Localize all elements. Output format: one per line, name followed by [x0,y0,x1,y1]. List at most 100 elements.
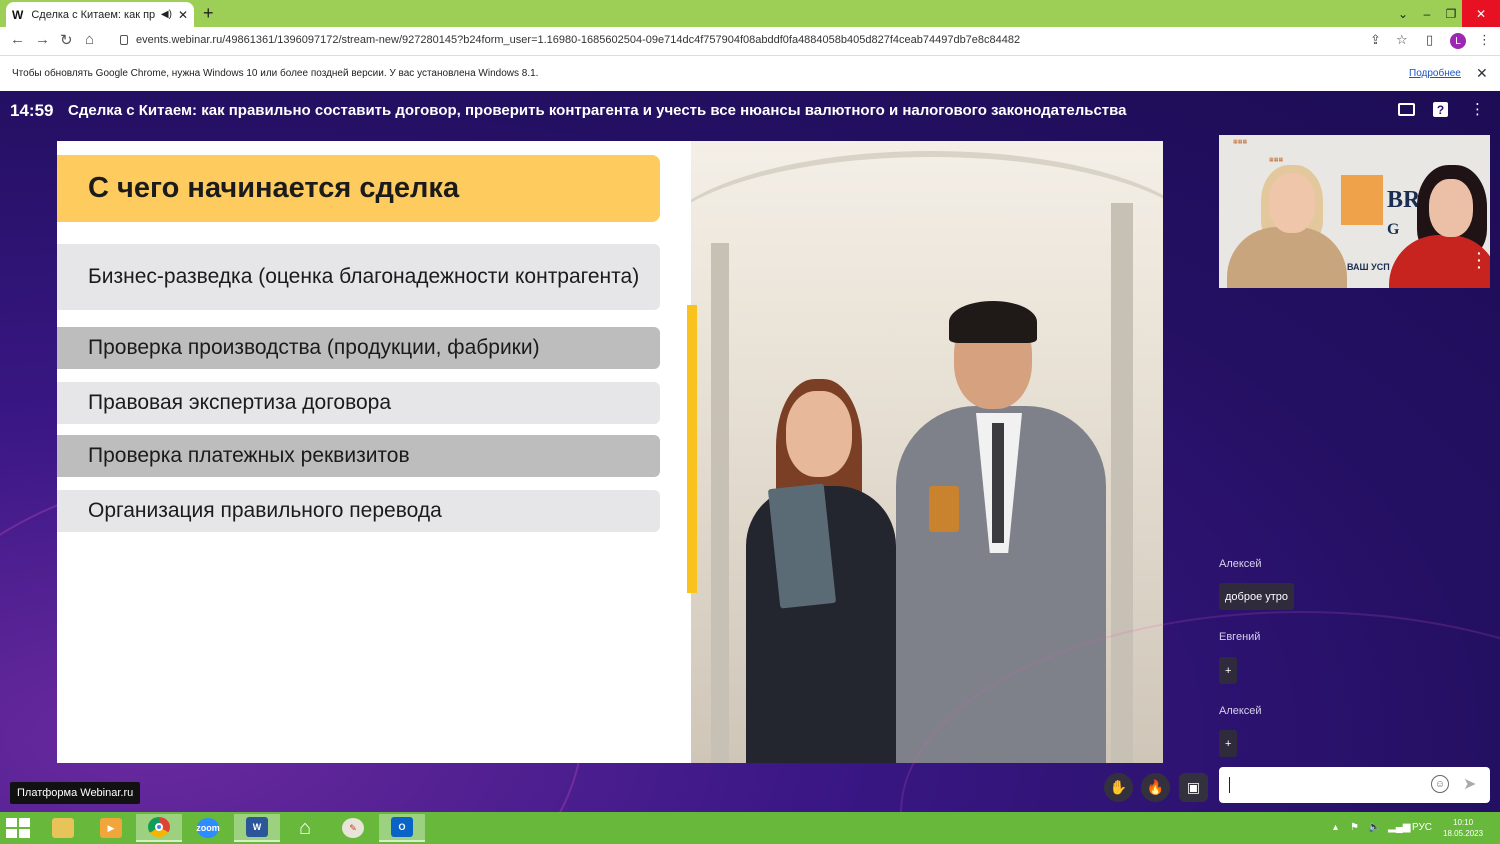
webinar-favicon-icon: W [12,7,24,22]
browser-tab-strip: W Сделка с Китаем: как прави ◀) ✕ + ⌄ – … [0,0,1500,27]
tab-close-icon[interactable]: ✕ [178,8,188,22]
browser-menu-icon[interactable]: ⋮ [1478,32,1491,48]
backdrop-logo-icon: ▦▦▦ [1233,139,1248,145]
send-icon[interactable]: ➤ [1463,774,1476,794]
infobar-message: Чтобы обновлять Google Chrome, нужна Win… [12,68,539,79]
taskbar-explorer[interactable] [40,814,86,842]
man-tie [992,423,1004,543]
brand-logo-icon [1341,175,1383,225]
photo-arch [691,151,1163,351]
slide-accent-bar [687,305,697,593]
chrome-icon [148,817,170,837]
taskbar-chrome[interactable] [136,814,182,842]
share-icon[interactable]: ⇪ [1370,32,1381,48]
coffee-cup [929,486,959,532]
photo-pillar [1111,203,1133,763]
window-close-button[interactable]: ✕ [1462,0,1500,27]
tray-expand-icon[interactable]: ▴ [1333,822,1338,833]
new-tab-button[interactable]: + [203,3,214,24]
clock-date: 18.05.2023 [1443,829,1484,838]
backdrop-logo-icon: ▦▦▦ [1269,157,1284,163]
chat-author: Алексей [1219,705,1262,717]
platform-label[interactable]: Платформа Webinar.ru [10,782,141,804]
minimize-button[interactable]: – [1416,0,1438,27]
taskbar-outlook[interactable]: O [379,814,425,842]
brand-subtitle: ВАШ УСП [1347,262,1390,272]
man-hair [949,301,1037,343]
chat-message: доброе утро [1219,583,1295,610]
paint-icon: ✎ [342,818,364,838]
chat-message: + [1219,730,1238,757]
presenter-1-face [1269,173,1315,233]
webinar-stage: 14:59 Сделка с Китаем: как правильно сос… [0,91,1500,812]
volume-icon[interactable]: 🔈 [1368,822,1380,833]
folder-icon [52,818,74,838]
photo-pillar [711,243,729,763]
audio-playing-icon[interactable]: ◀) [161,9,172,20]
taskbar-word[interactable]: W [234,814,280,842]
language-indicator[interactable]: РУС [1412,822,1432,833]
presentation-slide: С чего начинается сделка Бизнес-разведка… [57,141,1163,763]
home-app-icon: ⌂ [298,816,312,839]
chat-author: Алексей [1219,558,1262,570]
outlook-icon: O [391,817,413,837]
taskbar-home[interactable]: ⌂ [282,814,328,842]
browser-tab[interactable]: W Сделка с Китаем: как прави ◀) ✕ [6,2,194,27]
emoji-icon[interactable]: ☺ [1431,775,1449,793]
chat-author: Евгений [1219,631,1261,643]
help-icon[interactable]: ? [1433,102,1448,117]
word-icon: W [246,817,268,837]
taskbar-paint[interactable]: ✎ [330,814,376,842]
presenter-2-face [1429,179,1473,237]
business-people-photo [691,141,1163,763]
taskbar-media[interactable]: ▶ [88,814,134,842]
chat-toggle-icon[interactable] [1398,103,1415,116]
presenter-2 [1389,235,1490,288]
taskbar-zoom[interactable]: zoom [185,814,231,842]
presenter-1 [1227,227,1347,288]
forward-arrow-icon[interactable]: → [35,31,50,48]
clock-time: 10:10 [1453,818,1474,827]
chat-message: + [1219,657,1238,684]
brand-text: BR G [1387,187,1421,238]
maximize-button[interactable]: ❐ [1440,0,1462,27]
network-icon[interactable]: ▂▄▆ [1388,822,1410,833]
tray-flag-icon[interactable]: ⚑ [1350,822,1359,833]
woman-face [786,391,852,477]
more-options-icon[interactable]: ⋮ [1470,100,1485,118]
slide-item-5: Организация правильного перевода [57,490,660,532]
infobar-more-link[interactable]: Подробнее [1409,68,1461,79]
text-caret [1229,777,1230,793]
address-bar[interactable]: events.webinar.ru/49861361/1396097172/st… [136,34,1020,46]
back-arrow-icon[interactable]: ← [10,31,25,48]
windows-start-icon[interactable] [6,818,30,838]
update-infobar: Чтобы обновлять Google Chrome, нужна Win… [0,55,1500,91]
home-icon[interactable]: ⌂ [85,31,94,48]
presenter-video[interactable]: ▦▦▦ ▦▦▦ BR G ВАШ УСП · · · [1219,135,1490,288]
picture-in-picture-icon[interactable]: ▣ [1179,773,1208,802]
profile-avatar[interactable]: L [1450,33,1466,49]
video-options-icon[interactable]: · · · [1477,246,1482,274]
slide-item-1: Бизнес-разведка (оценка благонадежности … [57,244,660,310]
slide-item-2: Проверка производства (продукции, фабрик… [57,327,660,369]
infobar-close-icon[interactable]: ✕ [1476,65,1488,82]
reaction-fire-icon[interactable]: 🔥 [1141,773,1170,802]
tab-search-icon[interactable]: ⌄ [1390,0,1416,27]
windows-taskbar: ▶ zoom W ⌂ ✎ O ▴ ⚑ 🔈 ▂▄▆ РУС 10:10 18.05… [0,812,1500,844]
lock-icon[interactable] [120,35,128,45]
tab-title: Сделка с Китаем: как прави [31,8,155,21]
chat-input[interactable]: ☺ ➤ [1219,767,1490,803]
bookmark-star-icon[interactable]: ☆ [1396,32,1408,48]
slide-item-4: Проверка платежных реквизитов [57,435,660,477]
slide-title: С чего начинается сделка [57,155,660,222]
raise-hand-icon[interactable]: ✋ [1104,773,1133,802]
slide-item-3: Правовая экспертиза договора [57,382,660,424]
reload-icon[interactable]: ↻ [60,31,73,49]
zoom-icon: zoom [196,818,220,838]
browser-toolbar: ← → ↻ ⌂ events.webinar.ru/49861361/13960… [0,27,1500,55]
webinar-title: Сделка с Китаем: как правильно составить… [68,102,1127,119]
webinar-timer: 14:59 [10,101,54,120]
system-clock[interactable]: 10:10 18.05.2023 [1443,817,1483,839]
sidepanel-icon[interactable]: ▯ [1426,32,1433,48]
media-player-icon: ▶ [100,818,122,838]
